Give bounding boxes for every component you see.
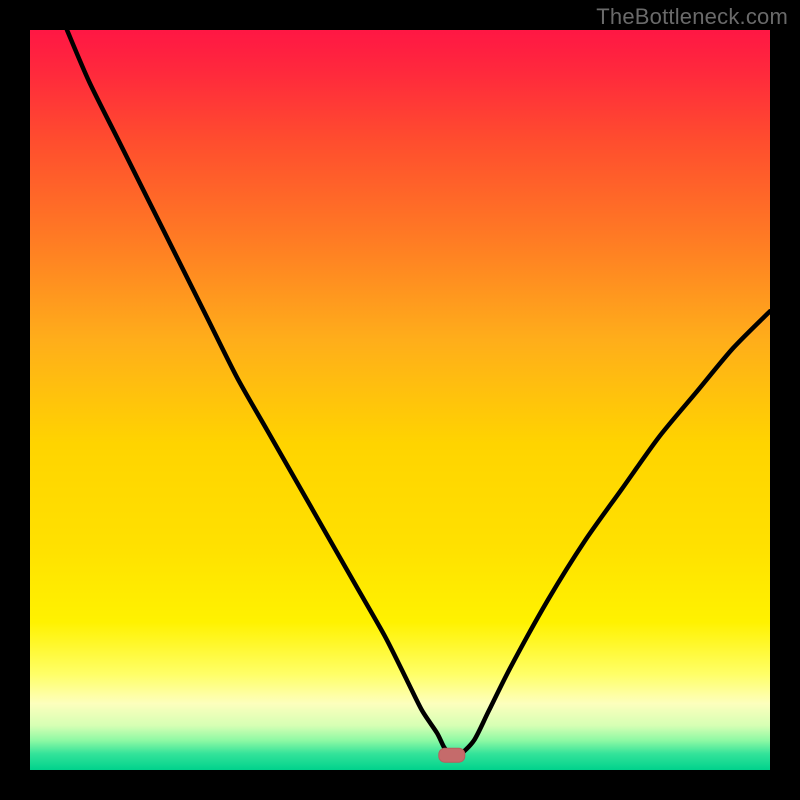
plot-area bbox=[30, 30, 770, 770]
watermark-text: TheBottleneck.com bbox=[596, 4, 788, 30]
gradient-background bbox=[30, 30, 770, 770]
chart-frame: TheBottleneck.com bbox=[0, 0, 800, 800]
minimum-marker bbox=[439, 748, 465, 762]
chart-svg bbox=[30, 30, 770, 770]
